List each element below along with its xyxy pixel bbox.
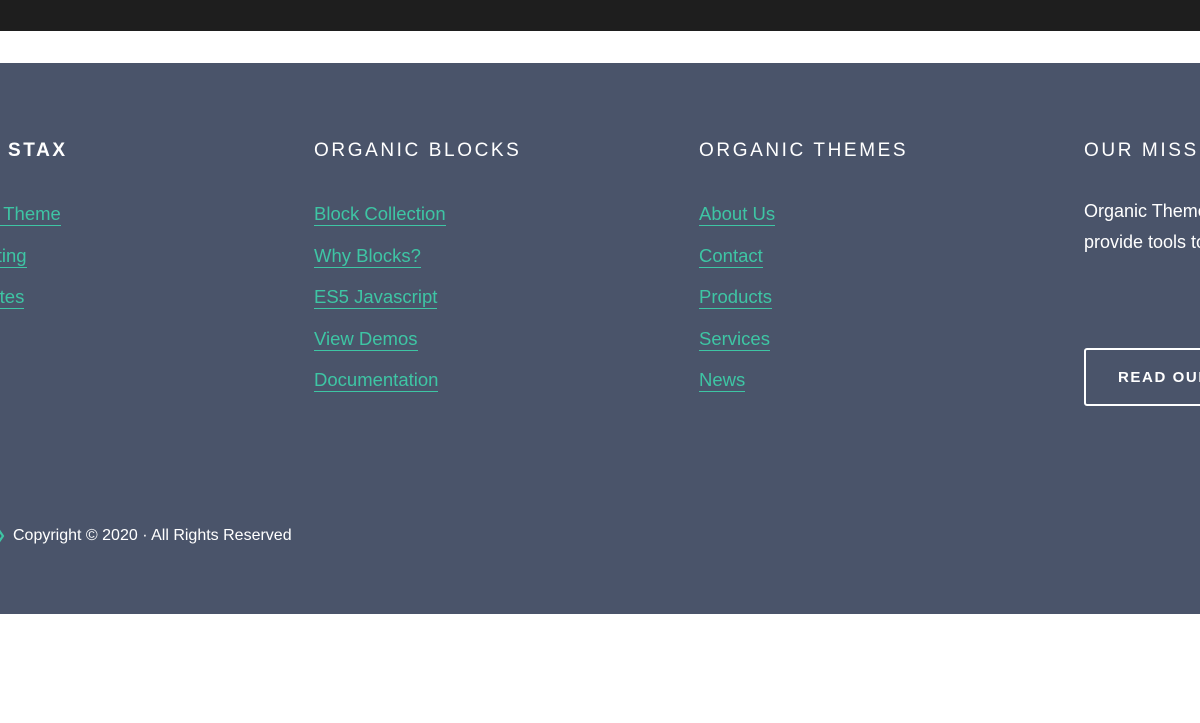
list-item: Templates — [0, 285, 61, 327]
link-documentation[interactable]: Documentation — [314, 369, 439, 392]
column-heading-our-mission: OUR MISSION — [1084, 140, 1200, 161]
link-based-theme[interactable]: Based Theme — [0, 203, 61, 226]
mission-text: Organic Themes complicated, and provide … — [1084, 201, 1200, 252]
link-why-blocks[interactable]: Why Blocks? — [314, 244, 421, 268]
link-news[interactable]: News — [699, 369, 746, 392]
column-heading-organic-themes: ORGANIC THEMES — [699, 140, 909, 161]
copyright-text: Copyright © 2020 · All Rights Reserved — [13, 527, 292, 544]
list-item: Products — [699, 285, 775, 327]
list-item: Editing — [0, 244, 61, 286]
list-item: ES5 Javascript — [314, 285, 446, 327]
list-item: Based Theme — [0, 202, 61, 244]
logo-icon — [0, 529, 5, 543]
stax-links: Based Theme Editing Templates — [0, 202, 61, 327]
link-editing[interactable]: Editing — [0, 244, 27, 268]
link-services[interactable]: Services — [699, 327, 770, 351]
list-item: Why Blocks? — [314, 244, 446, 286]
column-heading-organic-blocks: ORGANIC BLOCKS — [314, 140, 522, 161]
link-contact[interactable]: Contact — [699, 244, 763, 268]
list-item: View Demos — [314, 327, 446, 369]
site-footer: STAX Based Theme Editing Templates ORGAN… — [0, 63, 1200, 614]
link-block-collection[interactable]: Block Collection — [314, 203, 446, 226]
list-item: Block Collection — [314, 202, 446, 244]
top-bar — [0, 0, 1200, 31]
link-view-demos[interactable]: View Demos — [314, 327, 418, 351]
list-item: Documentation — [314, 368, 446, 410]
organic-blocks-links: Block Collection Why Blocks? ES5 Javascr… — [314, 202, 446, 410]
list-item: About Us — [699, 202, 776, 244]
link-products[interactable]: Products — [699, 286, 773, 309]
link-es5-javascript[interactable]: ES5 Javascript — [314, 286, 438, 309]
organic-themes-links: About Us Contact Products Services News — [699, 202, 776, 410]
copyright-row: Copyright © 2020 · All Rights Reserved — [0, 522, 292, 550]
read-our-mission-button[interactable]: READ OUR — [1084, 348, 1200, 406]
column-heading-stax: STAX — [8, 140, 68, 161]
link-about-us[interactable]: About Us — [699, 203, 776, 226]
list-item: Contact — [699, 244, 775, 286]
link-templates[interactable]: Templates — [0, 286, 25, 309]
list-item: News — [699, 368, 775, 410]
list-item: Services — [699, 327, 775, 369]
